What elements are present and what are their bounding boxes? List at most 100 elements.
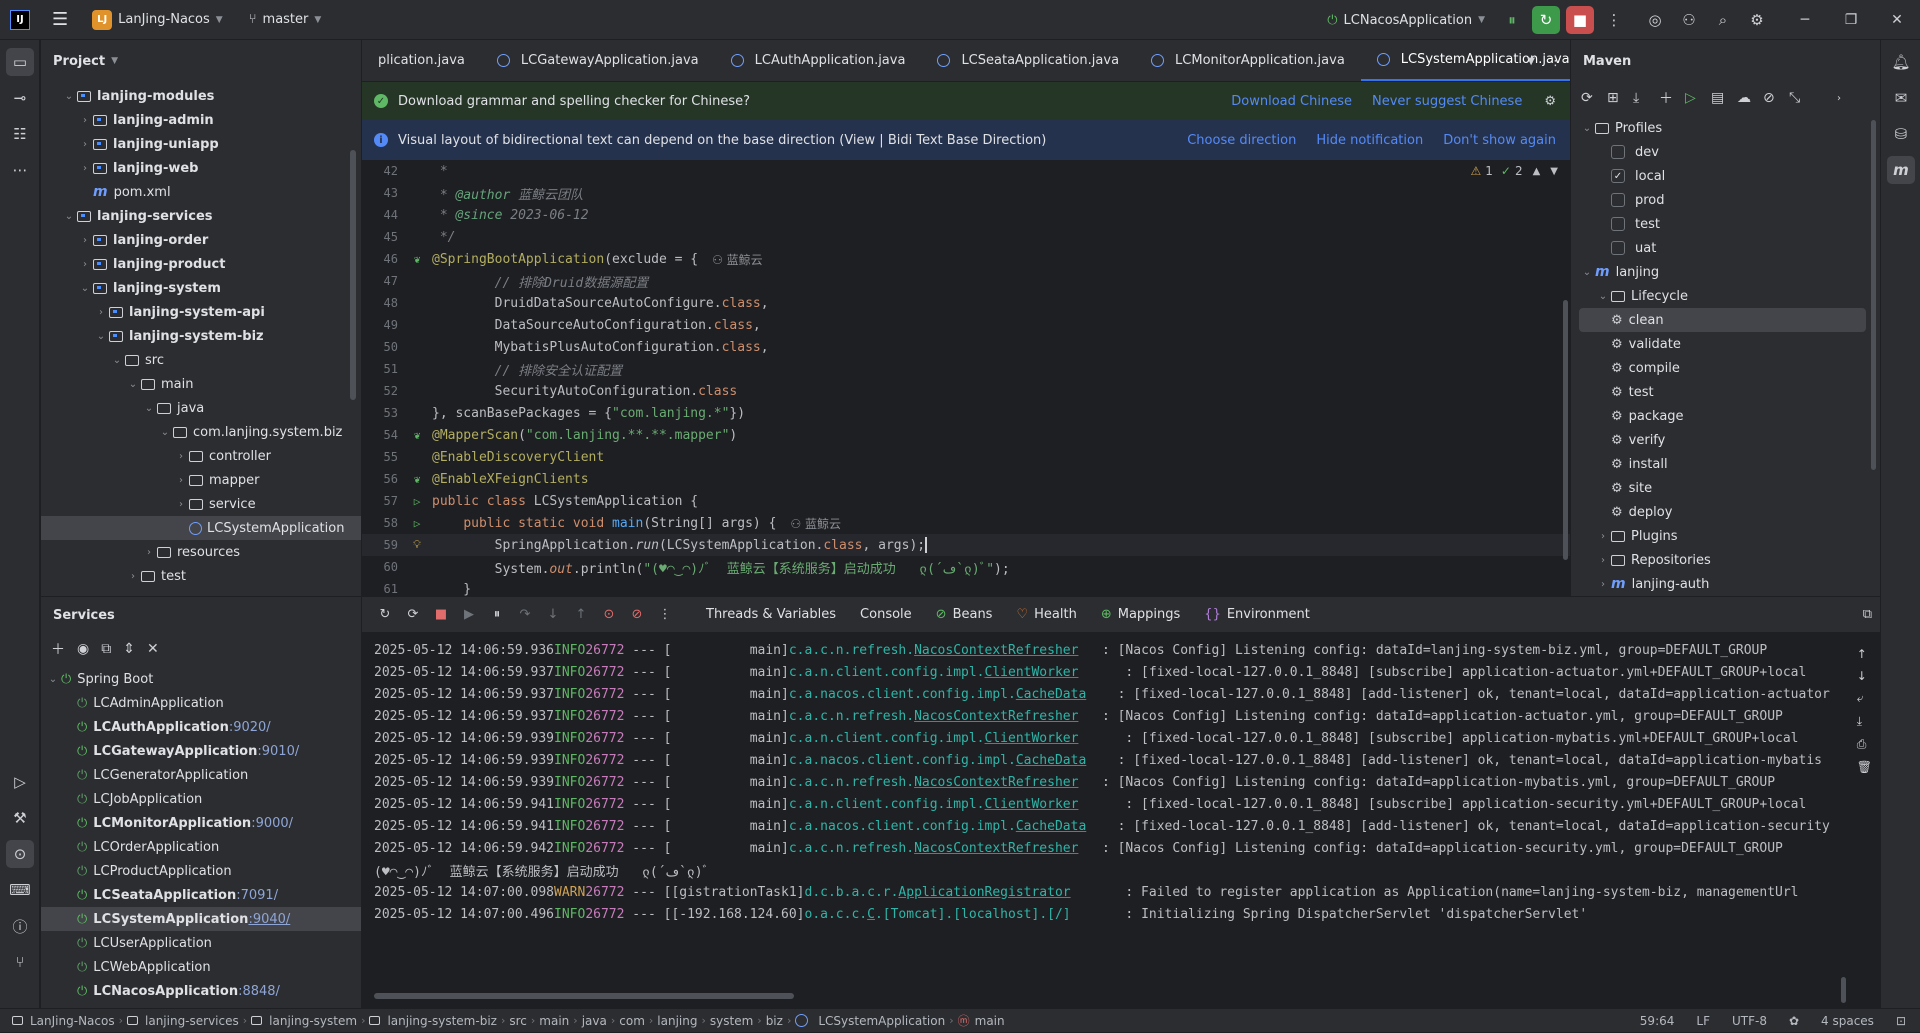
- editor-tab[interactable]: plication.java: [362, 40, 481, 81]
- git-tool-icon[interactable]: ⑂: [6, 948, 34, 976]
- checkbox-icon[interactable]: [1611, 145, 1625, 159]
- arrow-down-icon[interactable]: ↓: [1857, 669, 1872, 683]
- project-switcher[interactable]: LJ LanJing-Nacos ▼: [82, 5, 233, 35]
- breadcrumb-item[interactable]: java: [578, 1014, 611, 1028]
- service-port[interactable]: :8848/: [238, 984, 280, 999]
- spring-bean-icon[interactable]: ❦: [402, 429, 432, 442]
- code-view[interactable]: 42 * 43 * @author 蓝鲸云团队 44 * @since 2023-0…: [362, 160, 1570, 596]
- view-breakpoints-icon[interactable]: ⊙: [596, 607, 622, 622]
- console-hscrollbar[interactable]: [374, 993, 794, 999]
- tabs-dropdown-icon[interactable]: ▼: [1527, 56, 1535, 67]
- console-tab[interactable]: ♡ Health: [1004, 607, 1088, 622]
- chevron-right-icon[interactable]: ›: [1837, 93, 1841, 104]
- more-icon[interactable]: ⋮: [1600, 6, 1628, 34]
- service-item[interactable]: ⏻ LCGatewayApplication:9010/: [41, 739, 361, 763]
- console-tab[interactable]: {} Environment: [1192, 607, 1322, 622]
- tree-item[interactable]: › controller: [41, 444, 361, 468]
- service-item[interactable]: ⏻ LCSystemApplication:9040/: [41, 907, 361, 931]
- step-into-icon[interactable]: ↓: [540, 607, 566, 622]
- tree-item[interactable]: m pom.xml: [41, 180, 361, 204]
- new-group-icon[interactable]: ⧉: [101, 641, 111, 657]
- maven-tree-item[interactable]: ⚙ verify: [1571, 428, 1880, 452]
- editor-tab[interactable]: LCSeataApplication.java: [921, 40, 1135, 81]
- services-tool-icon[interactable]: ⊙: [6, 840, 34, 868]
- console-tab[interactable]: Threads & Variables: [694, 607, 848, 622]
- inspection-widget[interactable]: ⚠ 1 ✓ 2 ▲ ▼: [1470, 164, 1558, 178]
- collapse-icon[interactable]: ⤡: [1789, 90, 1811, 106]
- tree-item[interactable]: LCSystemApplication: [41, 516, 361, 540]
- rerun-failed-icon[interactable]: ⟳: [400, 607, 426, 622]
- service-port[interactable]: :9020/: [229, 720, 271, 735]
- tree-item[interactable]: ⌄ src: [41, 348, 361, 372]
- tree-item[interactable]: › service: [41, 492, 361, 516]
- maven-tree-item[interactable]: ⚙ clean: [1579, 308, 1866, 332]
- breadcrumb-item[interactable]: lanjing: [653, 1014, 701, 1028]
- print-icon[interactable]: ⎙: [1857, 737, 1872, 752]
- tree-item[interactable]: › resources: [41, 540, 361, 564]
- service-item[interactable]: ⏻ LCOrderApplication: [41, 835, 361, 859]
- line-separator[interactable]: LF: [1696, 1014, 1710, 1028]
- service-item[interactable]: ⏻ LCUserApplication: [41, 931, 361, 955]
- choose-direction-link[interactable]: Choose direction: [1187, 133, 1296, 148]
- stop-icon[interactable]: ■: [1566, 6, 1594, 34]
- download-icon[interactable]: ⤓: [1633, 90, 1655, 106]
- service-item[interactable]: ⏻ LCProductApplication: [41, 859, 361, 883]
- tree-item[interactable]: › lanjing-product: [41, 252, 361, 276]
- checkbox-icon[interactable]: [1611, 193, 1625, 207]
- breadcrumb-item[interactable]: ⓜ main: [954, 1012, 1009, 1029]
- hide-notification-link[interactable]: Hide notification: [1316, 133, 1423, 148]
- step-over-icon[interactable]: ↷: [512, 607, 538, 622]
- breadcrumb-item[interactable]: com: [615, 1014, 649, 1028]
- maven-tree-item[interactable]: › Repositories: [1571, 548, 1880, 572]
- tree-item[interactable]: ⌄ lanjing-modules: [41, 84, 361, 108]
- maven-tree-item[interactable]: › Plugins: [1571, 524, 1880, 548]
- breadcrumb-item[interactable]: lanjing-services: [123, 1014, 243, 1028]
- arrow-up-icon[interactable]: ↑: [1857, 647, 1872, 661]
- spring-bean-icon[interactable]: ❦: [402, 473, 432, 486]
- service-item[interactable]: ⏻ LCWebApplication: [41, 955, 361, 979]
- maven-tree-item[interactable]: ⚙ compile: [1571, 356, 1880, 380]
- chevron-down-icon[interactable]: ▼: [1550, 166, 1558, 177]
- maven-tree-item[interactable]: ⚙ deploy: [1571, 500, 1880, 524]
- commit-tool-icon[interactable]: ⊸: [6, 84, 34, 112]
- checkbox-icon[interactable]: [1611, 217, 1625, 231]
- tree-item[interactable]: › lanjing-uniapp: [41, 132, 361, 156]
- add-service-icon[interactable]: ＋: [51, 639, 65, 659]
- minimize-icon[interactable]: ─: [1782, 0, 1828, 40]
- breadcrumb-item[interactable]: src: [505, 1014, 531, 1028]
- breadcrumb-item[interactable]: main: [535, 1014, 573, 1028]
- tree-item[interactable]: ⌄ lanjing-system-biz: [41, 324, 361, 348]
- lightbulb-icon[interactable]: 💡︎: [402, 538, 432, 552]
- breadcrumb-item[interactable]: lanjing-system-biz: [365, 1014, 500, 1028]
- scroll-to-end-icon[interactable]: ⤓: [1857, 714, 1872, 729]
- service-port[interactable]: :7091/: [236, 888, 278, 903]
- run-gutter-icon[interactable]: ▷: [402, 517, 432, 530]
- eye-icon[interactable]: ◉: [77, 641, 89, 657]
- tree-item[interactable]: › lanjing-system-api: [41, 300, 361, 324]
- file-encoding[interactable]: UTF-8: [1732, 1014, 1767, 1028]
- ai-chat-icon[interactable]: ✉: [1887, 84, 1915, 112]
- rerun-icon[interactable]: ↻: [372, 607, 398, 622]
- resume-icon[interactable]: ▶: [456, 607, 482, 622]
- structure-tool-icon[interactable]: ☷: [6, 120, 34, 148]
- tree-item[interactable]: › lanjing-order: [41, 228, 361, 252]
- trash-icon[interactable]: 🗑︎: [1857, 760, 1872, 774]
- breadcrumb-item[interactable]: lanjing-system: [247, 1014, 361, 1028]
- service-item[interactable]: ⏻ LCMonitorApplication:9000/: [41, 811, 361, 835]
- problems-tool-icon[interactable]: ⓘ: [6, 912, 34, 940]
- service-item[interactable]: ⏻ LCJobApplication: [41, 787, 361, 811]
- console-tab[interactable]: ⊘ Beans: [924, 607, 1005, 622]
- search-icon[interactable]: ⌕: [1709, 6, 1737, 34]
- console-log[interactable]: 2025-05-12 14:06:59.936 INFO 26772 --- […: [362, 639, 1842, 959]
- maven-tree-item[interactable]: ⌄ m lanjing: [1571, 260, 1880, 284]
- close-icon[interactable]: ✕: [1874, 0, 1920, 40]
- console-tab[interactable]: Console: [848, 607, 924, 622]
- maven-tree-item[interactable]: ✓ local: [1571, 164, 1880, 188]
- rerun-icon[interactable]: ↻: [1532, 6, 1560, 34]
- collapse-all-icon[interactable]: ✕: [147, 641, 159, 657]
- checkbox-icon[interactable]: [1611, 241, 1625, 255]
- chevron-up-icon[interactable]: ▲: [1533, 166, 1541, 177]
- execute-goal-icon[interactable]: ▤: [1711, 90, 1733, 106]
- gear-icon[interactable]: ⚙: [1544, 94, 1556, 109]
- run-config-selector[interactable]: ⏻ LCNacosApplication ▼: [1317, 5, 1495, 35]
